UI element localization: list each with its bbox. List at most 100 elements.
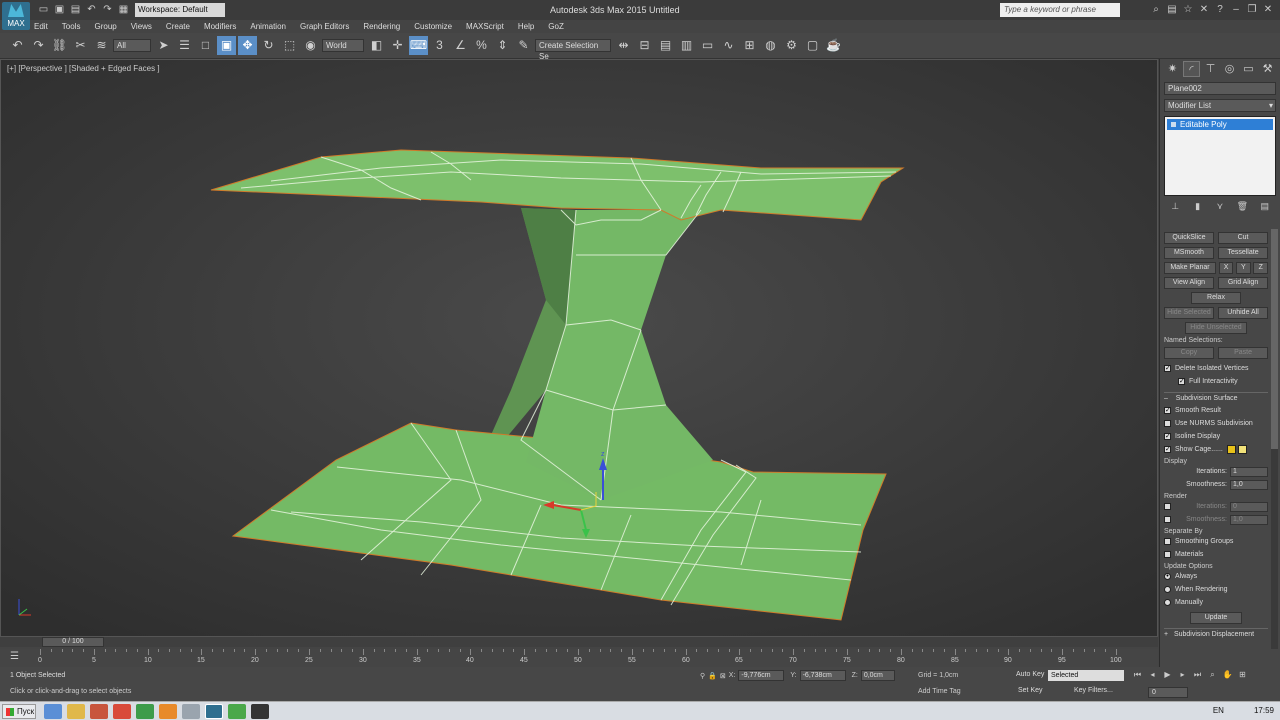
named-selection-dropdown[interactable]: Create Selection Se [535, 39, 611, 61]
angle-snap-icon[interactable]: ∠ [451, 36, 470, 55]
menu-graph-editors[interactable]: Graph Editors [300, 22, 349, 31]
utilities-tab-icon[interactable]: ⚒ [1259, 61, 1276, 77]
excel-app-icon[interactable] [228, 704, 246, 719]
isoline-display-checkbox[interactable]: ✓ Isoline Display [1164, 430, 1268, 443]
opera-app-icon[interactable] [113, 704, 131, 719]
update-always-radio[interactable]: • Always [1164, 570, 1268, 583]
save-file-icon[interactable]: ▤ [68, 3, 83, 17]
redo-icon[interactable]: ↷ [29, 36, 48, 55]
copy-button[interactable]: Copy [1164, 347, 1214, 359]
planar-z-button[interactable]: Z [1253, 262, 1268, 274]
planar-y-button[interactable]: Y [1236, 262, 1251, 274]
unlink-icon[interactable]: ✂ [71, 36, 90, 55]
material-editor-icon[interactable]: ◍ [761, 36, 780, 55]
x-coordinate-field[interactable]: -9,776cm [738, 670, 785, 681]
command-panel-scrollbar[interactable] [1271, 229, 1278, 649]
auto-key-button[interactable]: Auto Key [1016, 671, 1044, 678]
menu-views[interactable]: Views [131, 22, 152, 31]
edit-named-selection-icon[interactable]: ✎ [514, 36, 533, 55]
rendered-frame-window-icon[interactable]: ▢ [803, 36, 822, 55]
curve-editor-icon[interactable]: ∿ [719, 36, 738, 55]
cage-color-swatch[interactable] [1226, 445, 1236, 454]
render-iterations-spinner[interactable]: Iterations: 0 [1164, 500, 1268, 513]
scale-icon[interactable]: ⬚ [280, 36, 299, 55]
menu-customize[interactable]: Customize [414, 22, 452, 31]
add-time-tag-button[interactable]: Add Time Tag [918, 688, 961, 695]
chrome-app-icon[interactable] [136, 704, 154, 719]
scene-explorer-icon[interactable]: ▤ [656, 36, 675, 55]
binoculars-icon[interactable]: ⌕ [1148, 3, 1164, 17]
cage-selection-color-swatch[interactable] [1237, 445, 1247, 454]
zoom-icon[interactable]: ⌕ [1205, 670, 1220, 681]
materials-checkbox[interactable]: Materials [1164, 548, 1268, 561]
ie-app-icon[interactable] [44, 704, 62, 719]
link-icon[interactable]: ⛓ [50, 36, 69, 55]
update-button[interactable]: Update [1190, 612, 1242, 624]
reference-coordinate-dropdown[interactable]: World [322, 39, 364, 52]
render-setup-icon[interactable]: ⚙ [782, 36, 801, 55]
firefox-app-icon[interactable] [159, 704, 177, 719]
menu-animation[interactable]: Animation [250, 22, 286, 31]
msmooth-button[interactable]: MSmooth [1164, 247, 1214, 259]
display-iterations-spinner[interactable]: Iterations: 1 [1164, 465, 1268, 478]
minimize-icon[interactable]: – [1228, 3, 1244, 17]
layer-explorer-icon[interactable]: ▥ [677, 36, 696, 55]
3dsmax-app-icon[interactable] [205, 704, 223, 719]
rotate-icon[interactable]: ↻ [259, 36, 278, 55]
absolute-mode-icon[interactable]: ⊠ [720, 672, 726, 680]
clock[interactable]: 17:59 [1254, 706, 1274, 715]
key-selection-dropdown[interactable]: Selected [1048, 670, 1124, 681]
play-icon[interactable]: ▶ [1160, 670, 1175, 681]
checkbox-unchecked-icon[interactable] [1164, 516, 1171, 523]
render-iterations-field[interactable]: 0 [1230, 501, 1268, 512]
modifier-list-dropdown[interactable]: Modifier List ▾ [1164, 99, 1276, 112]
current-frame-field[interactable]: 0 [1148, 687, 1188, 698]
menu-help[interactable]: Help [518, 22, 534, 31]
key-filters-button[interactable]: Key Filters... [1074, 687, 1113, 694]
close-icon[interactable]: ✕ [1260, 3, 1276, 17]
language-indicator[interactable]: EN [1213, 706, 1224, 715]
lock-selection-icon[interactable]: 🔒 [708, 672, 717, 680]
menu-maxscript[interactable]: MAXScript [466, 22, 504, 31]
scrollbar-thumb[interactable] [1271, 229, 1278, 449]
render-smoothness-field[interactable]: 1,0 [1230, 514, 1268, 525]
hide-unselected-button[interactable]: Hide Unselected [1184, 322, 1248, 334]
select-by-name-icon[interactable]: ☰ [175, 36, 194, 55]
menu-tools[interactable]: Tools [62, 22, 81, 31]
redo-icon[interactable]: ↷ [100, 3, 115, 17]
display-tab-icon[interactable]: ▭ [1240, 61, 1257, 77]
object-name-field[interactable]: Plane002 [1164, 82, 1276, 95]
show-end-result-icon[interactable]: ▮ [1191, 201, 1205, 213]
maximize-viewport-icon[interactable]: ⊞ [1235, 670, 1250, 681]
spinner-snap-icon[interactable]: ⇕ [493, 36, 512, 55]
checkbox-unchecked-icon[interactable] [1164, 503, 1171, 510]
delete-isolated-checkbox[interactable]: ✓ Delete Isolated Vertices [1164, 362, 1268, 375]
quickslice-button[interactable]: QuickSlice [1164, 232, 1214, 244]
smoothing-groups-checkbox[interactable]: Smoothing Groups [1164, 535, 1268, 548]
menu-create[interactable]: Create [166, 22, 190, 31]
pivot-center-icon[interactable]: ◧ [367, 36, 386, 55]
subdivision-displacement-rollout-header[interactable]: + Subdivision Displacement [1164, 628, 1268, 640]
pin-stack-icon[interactable]: ⊥ [1168, 201, 1182, 213]
communication-icon[interactable]: ☆ [1180, 3, 1196, 17]
full-interactivity-checkbox[interactable]: ✓ Full Interactivity [1164, 375, 1268, 388]
display-smoothness-field[interactable]: 1,0 [1230, 479, 1268, 490]
start-button[interactable]: Пуск [2, 704, 36, 719]
help-icon[interactable]: ? [1212, 3, 1228, 17]
place-icon[interactable]: ◉ [301, 36, 320, 55]
set-key-button[interactable]: Set Key [1018, 687, 1043, 694]
app-logo-button[interactable]: MAX [2, 2, 30, 30]
align-icon[interactable]: ⊟ [635, 36, 654, 55]
restore-icon[interactable]: ❐ [1244, 3, 1260, 17]
selection-region-icon[interactable]: □ [196, 36, 215, 55]
move-icon[interactable]: ✥ [238, 36, 257, 55]
planar-x-button[interactable]: X [1218, 262, 1234, 274]
cut-button[interactable]: Cut [1218, 232, 1268, 244]
update-manually-radio[interactable]: Manually [1164, 596, 1268, 609]
view-align-button[interactable]: View Align [1164, 277, 1214, 289]
menu-rendering[interactable]: Rendering [363, 22, 400, 31]
project-folder-icon[interactable]: ▦ [116, 3, 131, 17]
menu-modifiers[interactable]: Modifiers [204, 22, 236, 31]
notes-app-icon[interactable] [182, 704, 200, 719]
use-nurms-checkbox[interactable]: Use NURMS Subdivision [1164, 417, 1268, 430]
